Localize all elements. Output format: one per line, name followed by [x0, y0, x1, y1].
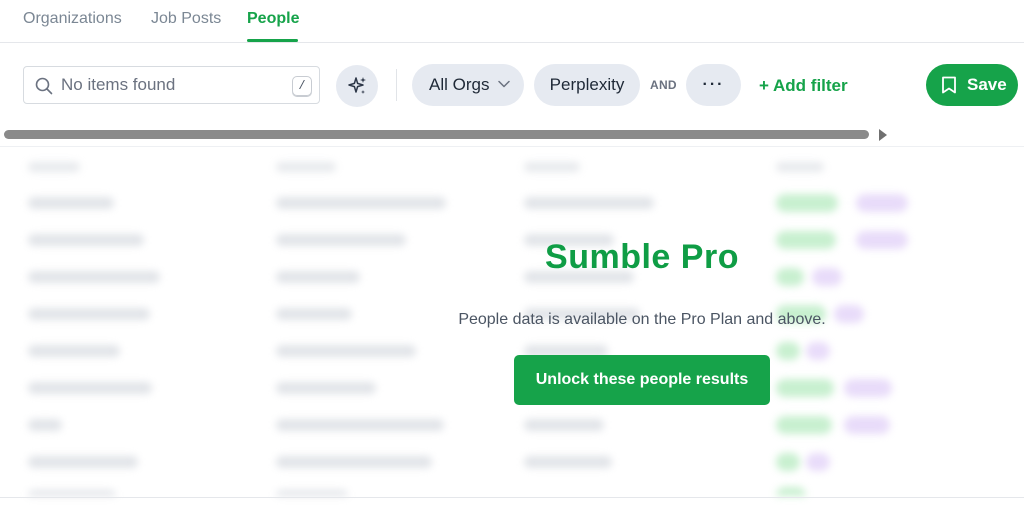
scroll-right-arrow[interactable] — [879, 129, 887, 141]
save-button[interactable]: Save — [926, 64, 1018, 106]
save-button-label: Save — [967, 75, 1007, 94]
more-filters-button[interactable]: ··· — [686, 64, 741, 106]
tab-organizations[interactable]: Organizations — [23, 10, 122, 28]
keyboard-shortcut-hint: / — [292, 76, 312, 96]
search-box[interactable]: / — [23, 66, 320, 104]
search-input[interactable] — [61, 73, 281, 97]
unlock-results-button[interactable]: Unlock these people results — [514, 355, 770, 405]
chevron-down-icon — [498, 80, 510, 88]
paywall-title: Sumble Pro — [545, 238, 739, 276]
search-icon — [35, 77, 53, 95]
active-tab-indicator — [247, 39, 298, 42]
horizontal-scrollbar-thumb[interactable] — [4, 130, 869, 139]
sparkles-icon — [348, 77, 366, 94]
paywall-description: People data is available on the Pro Plan… — [458, 311, 826, 328]
tab-people[interactable]: People — [247, 10, 299, 28]
ai-search-button[interactable] — [336, 65, 378, 107]
toolbar-divider — [396, 69, 397, 101]
and-operator-label: AND — [650, 78, 677, 92]
company-filter-pill[interactable]: Perplexity — [534, 64, 640, 106]
content-divider — [0, 146, 1024, 147]
org-filter-dropdown[interactable]: All Orgs — [412, 64, 524, 106]
content-bottom-divider — [0, 497, 1024, 498]
bookmark-icon — [942, 76, 956, 94]
add-filter-button[interactable]: + Add filter — [759, 76, 848, 96]
tab-bar: Organizations Job Posts People — [0, 0, 1024, 43]
tab-job-posts[interactable]: Job Posts — [151, 10, 221, 28]
org-filter-label: All Orgs — [429, 75, 490, 94]
